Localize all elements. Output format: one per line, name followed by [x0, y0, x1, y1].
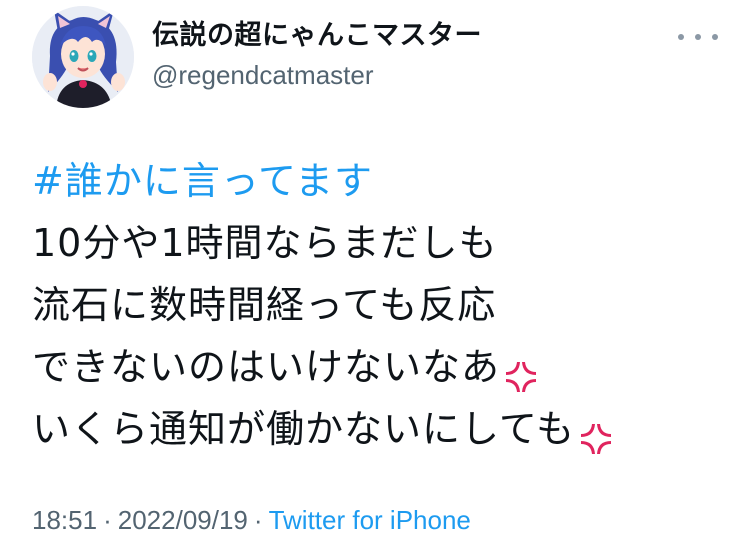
anime-catgirl-avatar-icon: [32, 6, 134, 108]
tweet-header: 伝説の超にゃんこマスター @regendcatmaster: [32, 6, 732, 108]
separator: ·: [103, 505, 112, 535]
dot: [678, 34, 684, 40]
separator: ·: [253, 505, 263, 535]
tweet-line-text: 流石に数時間経っても反応: [32, 283, 497, 327]
tweet-line: いくら通知が働かないにしても: [32, 398, 613, 460]
tweet-date[interactable]: 2022/09/19: [118, 505, 248, 535]
tweet-line: できないのはいけないなあ: [32, 336, 613, 398]
user-handle[interactable]: @regendcatmaster: [152, 58, 482, 92]
hashtag-link[interactable]: #誰かに言ってます: [32, 150, 373, 212]
display-name[interactable]: 伝説の超にゃんこマスター: [152, 18, 482, 54]
tweet-line-text: できないのはいけないなあ: [32, 345, 501, 389]
tweet-meta: 18:51 · 2022/09/19 · Twitter for iPhone: [32, 503, 471, 537]
source-link[interactable]: Twitter for iPhone: [269, 505, 471, 535]
anger-symbol-icon: [504, 350, 538, 392]
tweet-time[interactable]: 18:51: [32, 505, 97, 535]
more-options-icon[interactable]: [678, 28, 718, 46]
dot: [695, 34, 701, 40]
tweet-line: #誰かに言ってます: [32, 150, 613, 212]
tweet-line: 10分や1時間ならまだしも: [32, 212, 613, 274]
tweet-line-text: いくら通知が働かないにしても: [32, 407, 575, 451]
avatar[interactable]: [32, 6, 134, 108]
anger-symbol-icon: [579, 412, 613, 454]
tweet-line-text: 10分や1時間ならまだしも: [32, 221, 498, 265]
dot: [712, 34, 718, 40]
user-names: 伝説の超にゃんこマスター @regendcatmaster: [152, 18, 482, 92]
tweet-card: 伝説の超にゃんこマスター @regendcatmaster #誰かに言ってます …: [0, 0, 750, 555]
tweet-line: 流石に数時間経っても反応: [32, 274, 613, 336]
tweet-text: #誰かに言ってます 10分や1時間ならまだしも 流石に数時間経っても反応 できな…: [32, 150, 613, 460]
